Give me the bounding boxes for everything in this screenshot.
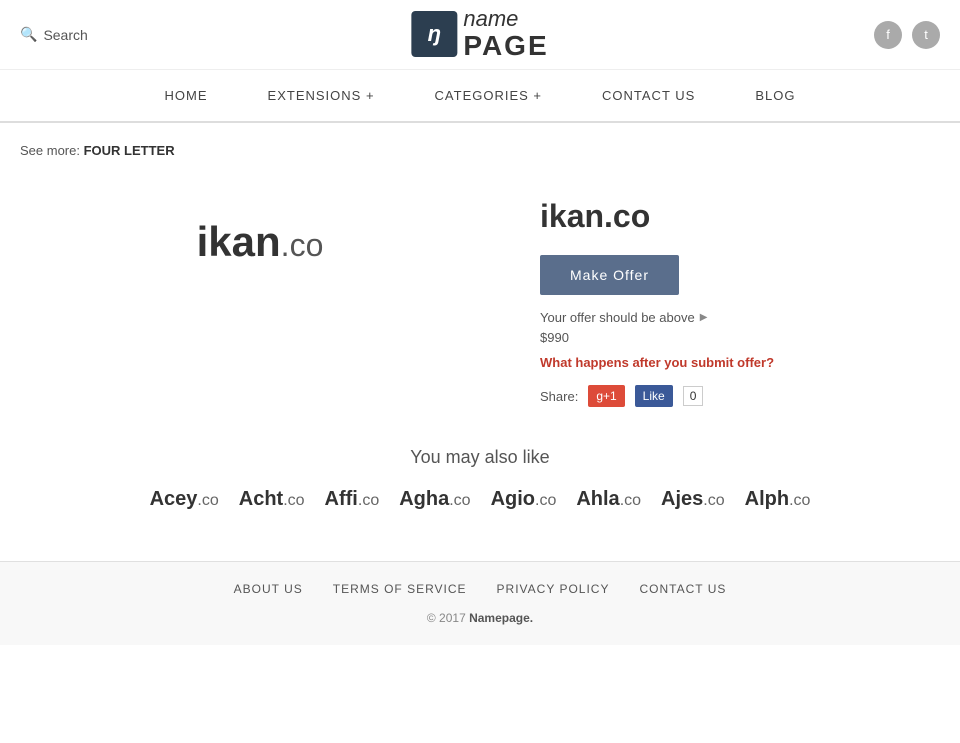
- list-item[interactable]: Agio.co: [491, 488, 557, 511]
- card-ext: .co: [789, 492, 810, 509]
- footer: ABOUT US TERMS OF SERVICE PRIVACY POLICY…: [0, 561, 960, 645]
- share-label: Share:: [540, 389, 578, 404]
- domain-section: ikan.co ikan.co Make Offer Your offer sh…: [20, 178, 940, 407]
- also-like-section: You may also like Acey.co Acht.co Affi.c…: [20, 447, 940, 511]
- copy-year: © 2017: [427, 611, 466, 625]
- search-label: Search: [43, 27, 87, 43]
- domain-name: ikan: [197, 218, 281, 265]
- share-row: Share: g+1 Like 0: [540, 385, 940, 407]
- card-ext: .co: [283, 492, 304, 509]
- nav-home[interactable]: HOME: [155, 70, 218, 121]
- footer-terms[interactable]: TERMS OF SERVICE: [333, 582, 467, 596]
- offer-info-link[interactable]: What happens after you submit offer?: [540, 355, 940, 370]
- list-item[interactable]: Acht.co: [239, 488, 305, 511]
- card-ext: .co: [449, 492, 470, 509]
- domain-info: ikan.co Make Offer Your offer should be …: [540, 178, 940, 407]
- offer-price: $990: [540, 330, 940, 345]
- logo-page: PAGE: [463, 31, 548, 62]
- arrow-right-icon: ▶: [700, 312, 708, 323]
- gplus-button[interactable]: g+1: [588, 385, 624, 407]
- card-name: Agio: [491, 488, 535, 510]
- footer-about-us[interactable]: ABOUT US: [234, 582, 303, 596]
- card-name: Acht: [239, 488, 283, 510]
- search-trigger[interactable]: 🔍 Search: [20, 26, 88, 43]
- card-name: Alph: [745, 488, 789, 510]
- card-name: Agha: [399, 488, 449, 510]
- card-ext: .co: [197, 492, 218, 509]
- list-item[interactable]: Affi.co: [325, 488, 380, 511]
- logo-text: name PAGE: [463, 7, 548, 62]
- card-ext: .co: [620, 492, 641, 509]
- list-item[interactable]: Alph.co: [745, 488, 811, 511]
- list-item[interactable]: Acey.co: [150, 488, 219, 511]
- card-ext: .co: [535, 492, 556, 509]
- main-nav: HOME EXTENSIONS + CATEGORIES + CONTACT U…: [0, 70, 960, 123]
- card-ext: .co: [703, 492, 724, 509]
- make-offer-button[interactable]: Make Offer: [540, 255, 679, 295]
- also-like-heading: You may also like: [20, 447, 940, 468]
- main-content: See more: FOUR LETTER ikan.co ikan.co Ma…: [0, 123, 960, 561]
- card-name: Ahla: [576, 488, 619, 510]
- footer-copyright: © 2017 Namepage.: [20, 611, 940, 625]
- facebook-icon[interactable]: f: [874, 21, 902, 49]
- logo-icon: ŋ: [411, 11, 457, 57]
- footer-privacy[interactable]: PRIVACY POLICY: [497, 582, 610, 596]
- logo-name: name: [463, 7, 548, 31]
- offer-hint-text: Your offer should be above: [540, 310, 695, 325]
- footer-contact[interactable]: CONTACT US: [639, 582, 726, 596]
- twitter-icon[interactable]: t: [912, 21, 940, 49]
- domain-title: ikan.co: [540, 198, 940, 235]
- domain-logo-area: ikan.co: [20, 178, 500, 306]
- nav-extensions[interactable]: EXTENSIONS +: [258, 70, 385, 121]
- card-ext: .co: [358, 492, 379, 509]
- domain-ext: .co: [281, 227, 324, 263]
- breadcrumb-label[interactable]: FOUR LETTER: [84, 143, 175, 158]
- fb-like-label: Like: [643, 389, 665, 403]
- social-links: f t: [874, 21, 940, 49]
- card-name: Affi: [325, 488, 358, 510]
- site-logo[interactable]: ŋ name PAGE: [411, 7, 548, 62]
- footer-brand[interactable]: Namepage.: [469, 611, 533, 625]
- domain-cards: Acey.co Acht.co Affi.co Agha.co Agio.co …: [20, 488, 940, 511]
- header: 🔍 Search ŋ name PAGE f t: [0, 0, 960, 70]
- offer-hint: Your offer should be above ▶: [540, 310, 940, 325]
- footer-links: ABOUT US TERMS OF SERVICE PRIVACY POLICY…: [20, 582, 940, 596]
- list-item[interactable]: Agha.co: [399, 488, 470, 511]
- nav-blog[interactable]: BLOG: [745, 70, 805, 121]
- search-icon: 🔍: [20, 26, 37, 43]
- fb-count: 0: [683, 386, 704, 406]
- nav-contact[interactable]: CONTACT US: [592, 70, 705, 121]
- breadcrumb-prefix: See more:: [20, 143, 80, 158]
- facebook-like-button[interactable]: Like: [635, 385, 673, 407]
- nav-categories[interactable]: CATEGORIES +: [425, 70, 552, 121]
- breadcrumb: See more: FOUR LETTER: [20, 143, 940, 158]
- list-item[interactable]: Ahla.co: [576, 488, 641, 511]
- card-name: Acey: [150, 488, 198, 510]
- list-item[interactable]: Ajes.co: [661, 488, 725, 511]
- card-name: Ajes: [661, 488, 703, 510]
- domain-display: ikan.co: [197, 218, 324, 266]
